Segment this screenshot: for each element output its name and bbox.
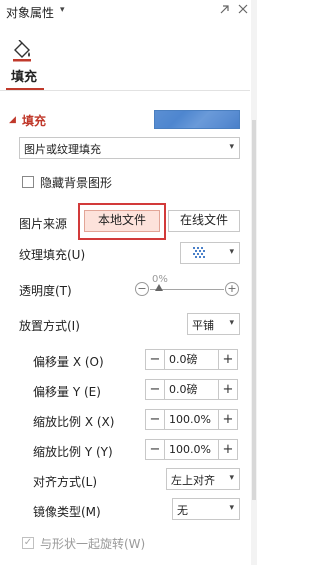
scale-x-label: 缩放比例 X (X) xyxy=(33,415,115,429)
placement-label: 放置方式(I) xyxy=(19,319,80,333)
chevron-down-icon: ▾ xyxy=(229,473,234,483)
offset-y-label: 偏移量 Y (E) xyxy=(33,385,101,399)
fill-type-value: 图片或纹理填充 xyxy=(24,143,101,156)
scrollbar-thumb[interactable] xyxy=(252,120,256,500)
texture-fill-label: 纹理填充(U) xyxy=(19,248,86,262)
minus-icon[interactable]: − xyxy=(135,282,149,296)
picture-source-label: 图片来源 xyxy=(19,217,68,231)
rotate-with-shape-checkbox[interactable]: ✓ xyxy=(22,537,34,549)
transparency-slider-handle[interactable] xyxy=(155,284,163,291)
mirror-value: 无 xyxy=(177,504,188,517)
transparency-label: 透明度(T) xyxy=(19,284,72,298)
alignment-select[interactable]: 左上对齐 ▾ xyxy=(166,468,240,490)
local-file-button[interactable]: 本地文件 xyxy=(84,210,160,232)
offset-x-label: 偏移量 X (O) xyxy=(33,355,104,369)
tab-divider xyxy=(0,90,250,91)
offset-x-increment-button[interactable]: + xyxy=(218,349,238,370)
offset-y-input[interactable]: 0.0磅 xyxy=(164,379,219,400)
offset-x-input[interactable]: 0.0磅 xyxy=(164,349,219,370)
chevron-down-icon: ▾ xyxy=(229,247,234,257)
panel-title[interactable]: 对象属性 xyxy=(6,4,54,21)
chevron-down-icon: ▾ xyxy=(229,318,234,328)
alignment-value: 左上对齐 xyxy=(171,474,215,487)
offset-y-increment-button[interactable]: + xyxy=(218,379,238,400)
offset-x-decrement-button[interactable]: − xyxy=(145,349,165,370)
scale-x-input[interactable]: 100.0% xyxy=(164,409,219,430)
texture-fill-select[interactable]: ▾ xyxy=(180,242,240,264)
scale-y-input[interactable]: 100.0% xyxy=(164,439,219,460)
scale-y-decrement-button[interactable]: − xyxy=(145,439,165,460)
hide-background-label[interactable]: 隐藏背景图形 xyxy=(40,174,112,191)
scale-y-label: 缩放比例 Y (Y) xyxy=(33,445,113,459)
plus-icon[interactable]: + xyxy=(225,282,239,296)
fill-section-title[interactable]: 填充 xyxy=(22,112,46,129)
online-file-button[interactable]: 在线文件 xyxy=(168,210,240,232)
tab-fill[interactable]: 填充 xyxy=(11,66,37,85)
placement-select[interactable]: 平铺 ▾ xyxy=(187,313,240,335)
scale-y-increment-button[interactable]: + xyxy=(218,439,238,460)
title-dropdown-icon[interactable]: ▾ xyxy=(60,5,65,15)
offset-y-decrement-button[interactable]: − xyxy=(145,379,165,400)
scale-x-increment-button[interactable]: + xyxy=(218,409,238,430)
hide-background-checkbox[interactable] xyxy=(22,176,34,188)
mirror-select[interactable]: 无 ▾ xyxy=(172,498,240,520)
fill-bucket-icon[interactable] xyxy=(11,39,33,62)
rotate-with-shape-label[interactable]: 与形状一起旋转(W) xyxy=(40,535,145,552)
scale-x-decrement-button[interactable]: − xyxy=(145,409,165,430)
restore-icon[interactable] xyxy=(218,2,232,19)
placement-value: 平铺 xyxy=(192,319,214,332)
chevron-down-icon: ▾ xyxy=(229,503,234,513)
mirror-label: 镜像类型(M) xyxy=(33,505,101,519)
fill-type-select[interactable]: 图片或纹理填充 ▾ xyxy=(19,137,240,159)
chevron-down-icon: ▾ xyxy=(229,142,234,152)
fill-color-swatch[interactable] xyxy=(154,110,240,129)
close-icon[interactable] xyxy=(236,2,250,19)
alignment-label: 对齐方式(L) xyxy=(33,475,98,489)
triangle-down-icon[interactable]: ◢ xyxy=(9,115,16,125)
